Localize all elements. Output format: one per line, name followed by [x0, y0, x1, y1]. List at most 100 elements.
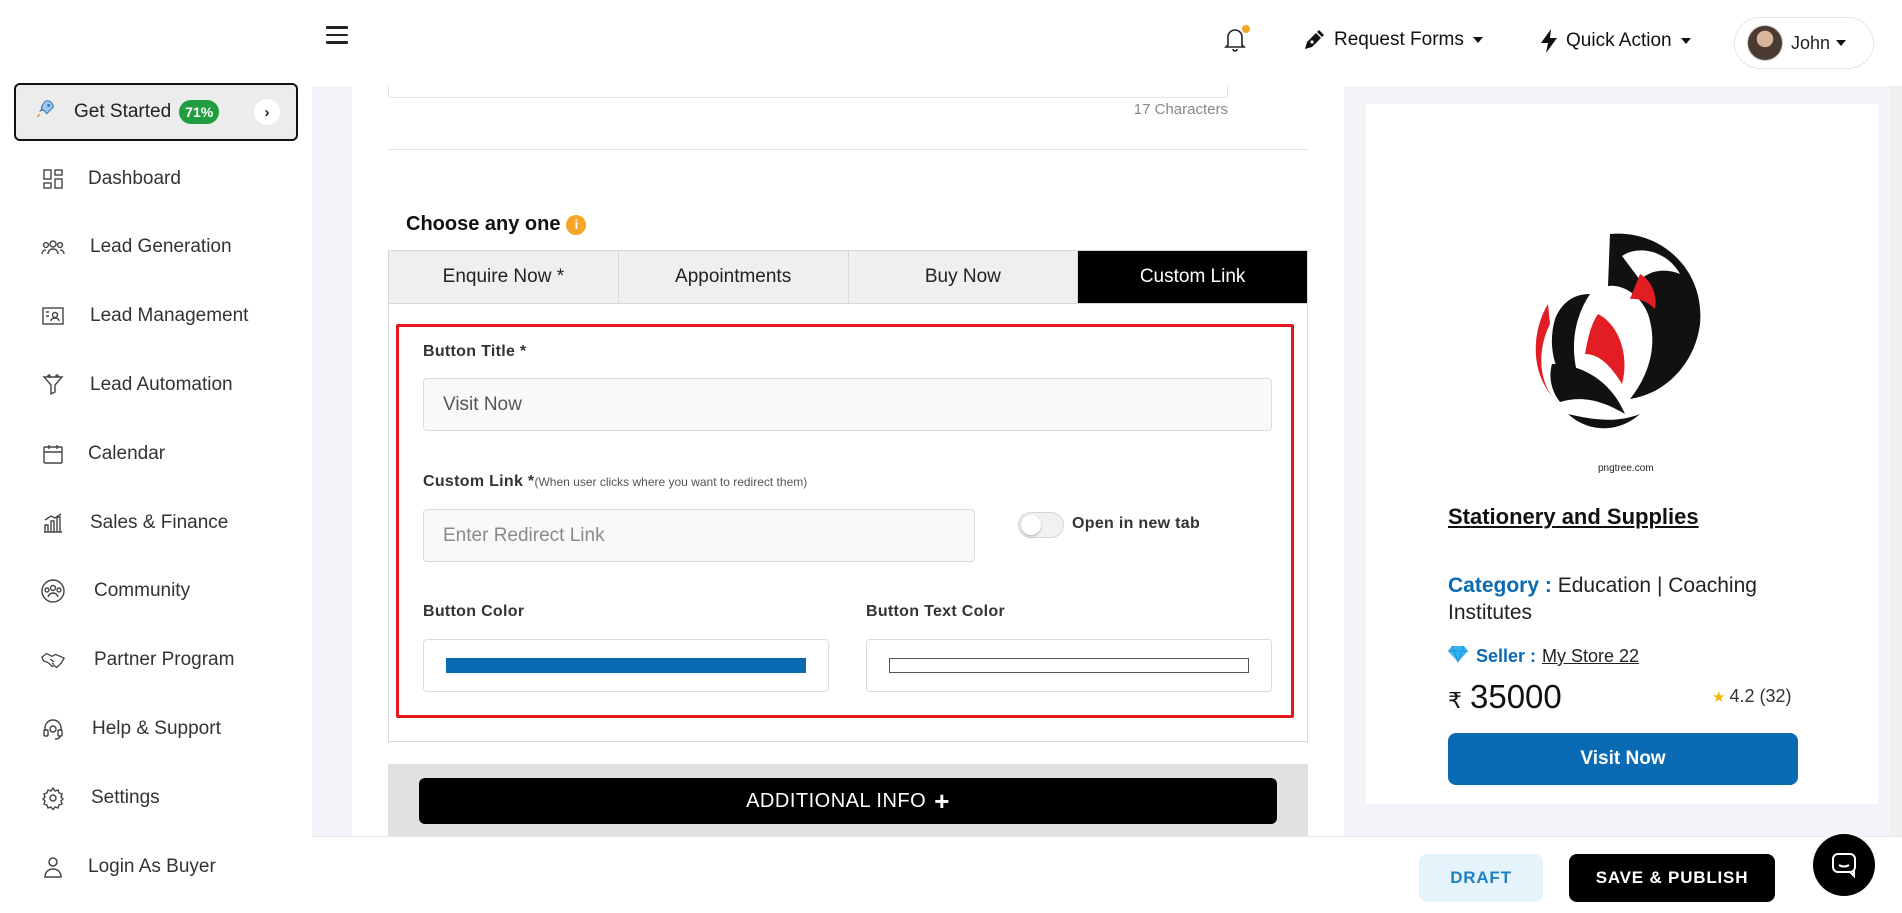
scrollbar[interactable] — [1890, 86, 1902, 836]
hamburger-menu-icon[interactable] — [326, 26, 348, 46]
bar-chart-icon — [40, 510, 66, 536]
button-text-color-picker[interactable] — [866, 639, 1272, 692]
notification-bell-icon[interactable] — [1224, 25, 1252, 56]
additional-info-label: ADDITIONAL INFO — [746, 789, 927, 812]
custom-link-label-text: Custom Link * — [423, 473, 535, 490]
sidebar: Get Started 71% › Dashboard Lead Generat… — [0, 0, 312, 913]
headset-icon — [40, 716, 66, 742]
calendar-icon — [40, 441, 66, 467]
button-color-label: Button Color — [423, 603, 525, 620]
sidebar-item-lead-automation[interactable]: Lead Automation — [40, 372, 233, 398]
product-image — [1490, 214, 1730, 454]
logo-caption: pngtree.com — [1598, 463, 1654, 474]
sidebar-item-label: Partner Program — [94, 649, 235, 670]
funnel-icon — [40, 372, 66, 398]
preview-visit-now-button[interactable]: Visit Now — [1448, 733, 1798, 785]
avatar — [1747, 25, 1783, 61]
gear-icon — [40, 785, 66, 811]
dashboard-icon — [40, 166, 66, 192]
button-color-picker[interactable] — [423, 639, 829, 692]
tab-enquire-now[interactable]: Enquire Now * — [389, 251, 619, 303]
lion-logo-icon — [1535, 233, 1701, 429]
notification-dot — [1242, 25, 1250, 33]
button-text-color-swatch — [889, 658, 1249, 673]
rating-value: 4.2 (32) — [1729, 686, 1792, 706]
category-label: Category : — [1448, 574, 1552, 597]
sidebar-item-label: Community — [94, 580, 191, 601]
custom-link-input[interactable]: Enter Redirect Link — [423, 509, 975, 562]
custom-link-hint: (When user clicks where you want to redi… — [534, 475, 808, 489]
person-icon — [40, 854, 66, 880]
sidebar-item-label: Sales & Finance — [90, 512, 229, 533]
sidebar-item-label: Dashboard — [88, 168, 181, 189]
sidebar-item-calendar[interactable]: Calendar — [40, 441, 165, 467]
chevron-right-icon[interactable]: › — [254, 99, 280, 125]
info-icon[interactable]: i — [566, 214, 587, 235]
choose-any-one-heading: Choose any one i — [406, 213, 587, 236]
product-category: Category : Education | Coaching Institut… — [1448, 572, 1808, 626]
request-forms-dropdown[interactable]: Request Forms — [1302, 28, 1483, 52]
sidebar-item-dashboard[interactable]: Dashboard — [40, 166, 181, 192]
sidebar-item-lead-management[interactable]: Lead Management — [40, 303, 248, 329]
lightning-icon — [1540, 28, 1558, 54]
sidebar-item-label: Lead Management — [90, 305, 249, 326]
caret-down-icon — [1680, 38, 1691, 44]
description-input-edge[interactable] — [388, 86, 1228, 98]
sidebar-item-label: Lead Automation — [90, 374, 233, 395]
diamond-icon — [1448, 645, 1468, 668]
handshake-icon — [40, 647, 66, 673]
sidebar-item-label: Help & Support — [92, 718, 221, 739]
button-title-label: Button Title * — [423, 343, 527, 360]
draft-button[interactable]: DRAFT — [1419, 854, 1543, 902]
sidebar-item-community[interactable]: Community — [40, 578, 190, 604]
toggle-knob — [1021, 515, 1041, 535]
rocket-icon — [34, 98, 56, 126]
tab-buy-now[interactable]: Buy Now — [849, 251, 1079, 303]
save-publish-button[interactable]: SAVE & PUBLISH — [1569, 854, 1775, 902]
button-title-input[interactable]: Visit Now — [423, 378, 1272, 431]
seller-link[interactable]: My Store 22 — [1542, 646, 1639, 667]
quick-action-dropdown[interactable]: Quick Action — [1540, 28, 1691, 54]
community-icon — [40, 578, 66, 604]
chat-icon[interactable] — [1813, 834, 1875, 896]
choose-any-one-label: Choose any one — [406, 213, 561, 235]
pen-nib-icon — [1302, 28, 1326, 52]
user-menu[interactable]: John — [1734, 17, 1874, 69]
sidebar-item-login-as-buyer[interactable]: Login As Buyer — [40, 854, 216, 880]
button-text-color-label: Button Text Color — [866, 603, 1006, 620]
sidebar-item-lead-generation[interactable]: Lead Generation — [40, 234, 232, 260]
product-rating: ★ 4.2 (32) — [1712, 686, 1792, 707]
sidebar-item-label: Settings — [91, 787, 160, 808]
plus-icon: + — [934, 785, 950, 816]
sidebar-item-settings[interactable]: Settings — [40, 785, 160, 811]
open-new-tab-toggle[interactable] — [1018, 512, 1064, 538]
price-value: 35000 — [1470, 678, 1562, 715]
section-divider — [388, 149, 1308, 150]
sidebar-item-sales-finance[interactable]: Sales & Finance — [40, 510, 228, 536]
sidebar-item-help-support[interactable]: Help & Support — [40, 716, 221, 742]
progress-badge: 71% — [179, 100, 220, 124]
users-icon — [40, 234, 66, 260]
tab-appointments[interactable]: Appointments — [619, 251, 849, 303]
sidebar-item-label: Lead Generation — [90, 236, 232, 257]
sidebar-item-label: Login As Buyer — [88, 856, 216, 877]
open-new-tab-label: Open in new tab — [1072, 515, 1201, 532]
user-name: John — [1791, 32, 1831, 53]
get-started-label: Get Started — [74, 101, 172, 122]
quick-action-label: Quick Action — [1566, 30, 1672, 51]
character-count: 17 Characters — [1133, 101, 1228, 118]
seller-row: Seller : My Store 22 — [1448, 645, 1639, 668]
caret-down-icon — [1472, 37, 1483, 43]
tab-custom-link[interactable]: Custom Link — [1078, 251, 1307, 303]
action-tabs: Enquire Now * Appointments Buy Now Custo… — [388, 250, 1308, 304]
star-icon: ★ — [1712, 689, 1726, 706]
seller-label: Seller : — [1476, 646, 1537, 666]
product-price: ₹ 35000 — [1448, 678, 1562, 716]
product-title-link[interactable]: Stationery and Supplies — [1448, 504, 1699, 530]
button-color-swatch — [446, 658, 806, 673]
contact-card-icon — [40, 303, 66, 329]
custom-link-label: Custom Link *(When user clicks where you… — [423, 473, 807, 491]
additional-info-button[interactable]: ADDITIONAL INFO + — [419, 778, 1277, 824]
get-started-button[interactable]: Get Started 71% › — [14, 83, 298, 141]
sidebar-item-partner-program[interactable]: Partner Program — [40, 647, 234, 673]
